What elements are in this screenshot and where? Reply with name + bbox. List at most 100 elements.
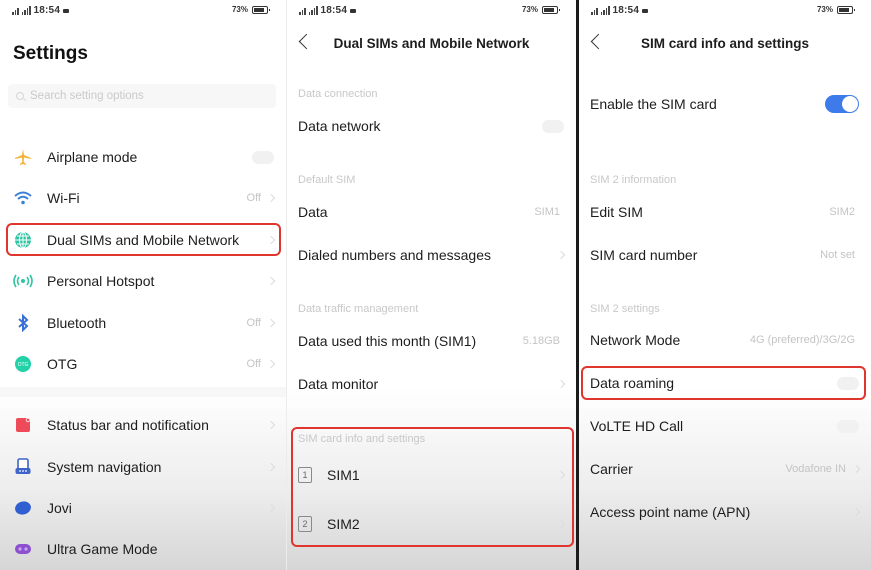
- data-network-row[interactable]: Data network: [287, 108, 576, 144]
- sim-card-icon: 1: [298, 467, 312, 483]
- item-label: SIM2: [327, 516, 360, 532]
- settings-item-ultra-game-mode[interactable]: Ultra Game Mode: [0, 531, 286, 567]
- signal-icon: [591, 6, 598, 15]
- item-label: Personal Hotspot: [47, 273, 155, 289]
- carrier-row[interactable]: Carrier Vodafone IN: [579, 451, 871, 487]
- item-value: Off: [246, 192, 261, 204]
- chevron-right-icon: [266, 235, 276, 245]
- chevron-right-icon: [266, 462, 276, 472]
- otg-icon: OTG: [13, 354, 33, 374]
- settings-item-status-bar[interactable]: Status bar and notification: [0, 407, 286, 443]
- search-input[interactable]: [30, 90, 250, 102]
- settings-item-wifi[interactable]: Wi-Fi Off: [0, 180, 286, 216]
- dual-sims-screen: 18:54 73% Dual SIMs and Mobile Network D…: [287, 0, 576, 570]
- system-navigation-icon: [13, 457, 33, 477]
- signal-icon: [12, 6, 19, 15]
- item-value: SIM2: [829, 206, 855, 218]
- wifi-icon: [13, 188, 33, 208]
- status-bar: 18:54 73%: [579, 5, 871, 17]
- section-divider: [0, 387, 286, 397]
- notification-icon: [63, 8, 70, 13]
- item-value: Vodafone IN: [785, 463, 846, 475]
- signal-icon: [21, 6, 31, 15]
- globe-icon: [13, 230, 33, 250]
- item-value: Off: [246, 317, 261, 329]
- edit-sim-row[interactable]: Edit SIM SIM2: [579, 194, 871, 230]
- signal-icon: [299, 6, 306, 15]
- battery-percent: 73%: [231, 5, 248, 14]
- item-label: Data network: [298, 118, 381, 134]
- item-label: OTG: [47, 356, 78, 372]
- chevron-right-icon: [266, 193, 276, 203]
- item-label: SIM1: [327, 467, 360, 483]
- volte-row[interactable]: VoLTE HD Call: [579, 408, 871, 444]
- battery-percent: 73%: [816, 5, 833, 14]
- settings-item-jovi[interactable]: Jovi: [0, 490, 286, 526]
- hotspot-icon: [13, 271, 33, 291]
- settings-item-personal-hotspot[interactable]: Personal Hotspot: [0, 263, 286, 299]
- network-mode-row[interactable]: Network Mode 4G (preferred)/3G/2G: [579, 322, 871, 358]
- settings-item-bluetooth[interactable]: Bluetooth Off: [0, 305, 286, 341]
- item-label: Dual SIMs and Mobile Network: [47, 232, 240, 248]
- settings-item-otg[interactable]: OTG OTG Off: [0, 346, 286, 382]
- section-default-sim: Default SIM: [298, 174, 356, 186]
- settings-item-dual-sims[interactable]: Dual SIMs and Mobile Network: [0, 222, 286, 258]
- item-label: Wi-Fi: [47, 190, 80, 206]
- chevron-right-icon: [851, 464, 861, 474]
- item-label: Data: [298, 204, 328, 220]
- sim-card-info-screen: 18:54 73% SIM card info and settings Ena…: [579, 0, 871, 570]
- default-data-row[interactable]: Data SIM1: [287, 194, 576, 230]
- status-bar: 18:54 73%: [287, 5, 576, 17]
- chevron-right-icon: [266, 503, 276, 513]
- data-monitor-row[interactable]: Data monitor: [287, 366, 576, 402]
- notification-icon: [642, 8, 649, 13]
- volte-toggle[interactable]: [837, 419, 859, 433]
- item-value: 5.18GB: [522, 335, 560, 347]
- data-used-row[interactable]: Data used this month (SIM1) 5.18GB: [287, 323, 576, 359]
- item-value: 4G (preferred)/3G/2G: [749, 334, 855, 346]
- svg-text:OTG: OTG: [18, 362, 29, 368]
- battery-icon: [542, 5, 560, 14]
- chevron-right-icon: [556, 470, 566, 480]
- data-roaming-row[interactable]: Data roaming: [579, 365, 871, 401]
- search-icon: [16, 92, 24, 100]
- item-label: Jovi: [47, 500, 72, 516]
- settings-item-system-navigation[interactable]: System navigation: [0, 449, 286, 485]
- search-bar[interactable]: [8, 84, 276, 108]
- enable-sim-row[interactable]: Enable the SIM card: [579, 86, 871, 122]
- item-label: SIM card number: [590, 247, 698, 263]
- item-label: Ultra Game Mode: [47, 541, 158, 557]
- chevron-right-icon: [266, 420, 276, 430]
- page-title: Dual SIMs and Mobile Network: [333, 35, 530, 51]
- sim2-row[interactable]: 2 SIM2: [287, 506, 576, 542]
- item-label: Data used this month (SIM1): [298, 333, 477, 349]
- bluetooth-icon: [13, 313, 33, 333]
- dialed-numbers-row[interactable]: Dialed numbers and messages: [287, 237, 576, 273]
- sim-card-number-row[interactable]: SIM card number Not set: [579, 237, 871, 273]
- header: SIM card info and settings: [579, 30, 871, 56]
- toggle-knob: [842, 96, 858, 112]
- item-label: Edit SIM: [590, 204, 643, 220]
- chevron-right-icon: [556, 519, 566, 529]
- airplane-icon: [13, 147, 33, 167]
- sim1-row[interactable]: 1 SIM1: [287, 457, 576, 493]
- data-roaming-toggle[interactable]: [837, 376, 859, 390]
- header: Dual SIMs and Mobile Network: [287, 30, 576, 56]
- item-label: Access point name (APN): [590, 504, 751, 520]
- item-label: System navigation: [47, 459, 162, 475]
- item-value: SIM1: [534, 206, 560, 218]
- sim-card-icon: 2: [298, 516, 312, 532]
- data-network-toggle[interactable]: [542, 119, 564, 133]
- chevron-right-icon: [266, 318, 276, 328]
- airplane-mode-toggle[interactable]: [252, 150, 274, 164]
- battery-percent: 73%: [521, 5, 538, 14]
- apn-row[interactable]: Access point name (APN): [579, 494, 871, 530]
- item-label: Bluetooth: [47, 315, 107, 331]
- item-value: Off: [246, 358, 261, 370]
- notification-icon: [350, 8, 357, 13]
- status-time: 18:54: [33, 5, 61, 16]
- settings-item-airplane-mode[interactable]: Airplane mode: [0, 139, 286, 175]
- status-bar-icon: [13, 415, 33, 435]
- chevron-right-icon: [556, 379, 566, 389]
- enable-sim-toggle[interactable]: [825, 95, 859, 113]
